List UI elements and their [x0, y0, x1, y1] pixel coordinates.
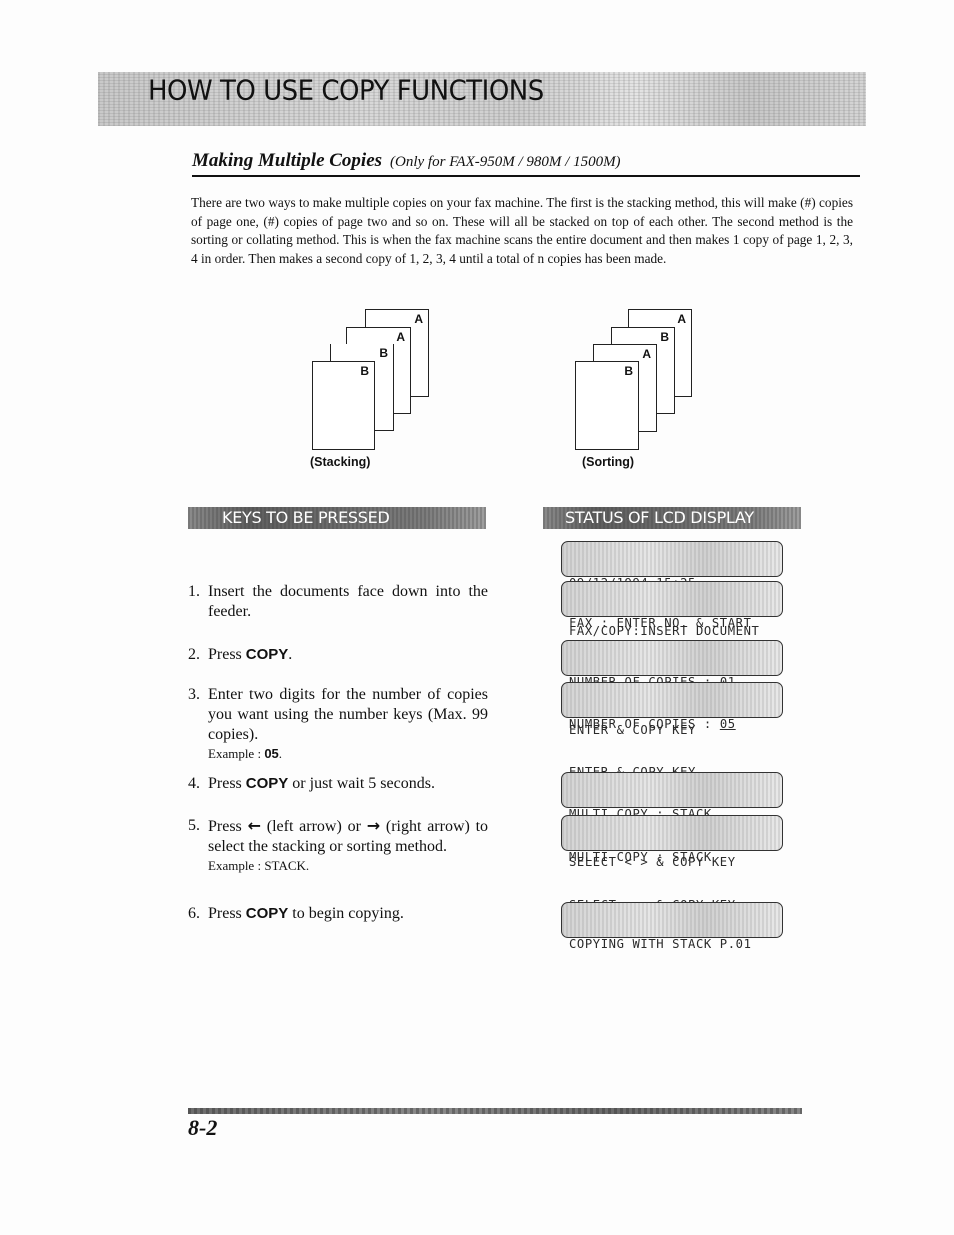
page-letter: B	[660, 330, 669, 344]
left-arrow-icon: ←	[247, 816, 261, 835]
page-letter: A	[642, 347, 651, 361]
lcd-line-1: COPYING WITH STACK P.01	[569, 937, 752, 951]
step-example: Example : STACK.	[208, 858, 310, 873]
step-1: 1. Insert the documents face down into t…	[188, 582, 488, 622]
step-number: 2.	[188, 646, 200, 663]
section-title: Making Multiple Copies	[192, 150, 383, 171]
chapter-title: HOW TO USE COPY FUNCTIONS	[148, 75, 544, 107]
lcd-heading: STATUS OF LCD DISPLAY	[565, 508, 754, 527]
sorting-page-4: B	[575, 361, 639, 450]
page-letter: A	[677, 312, 686, 326]
page-letter: B	[379, 346, 388, 360]
step-text-post: or just wait 5 seconds.	[288, 775, 435, 792]
step-text: Press COPY or just wait 5 seconds.	[208, 774, 488, 794]
lcd-heading-bar: STATUS OF LCD DISPLAY	[543, 507, 801, 529]
step-text: Press ← (left arrow) or → (right arrow) …	[208, 816, 488, 857]
step-text-mid: (left arrow) or	[266, 818, 361, 835]
section-subtitle: (Only for FAX-950M / 980M / 1500M)	[390, 154, 621, 170]
example-value: 05	[264, 746, 279, 761]
lcd-line-1-text: NUMBER OF COPIES :	[569, 717, 720, 731]
right-arrow-icon: →	[366, 816, 381, 835]
step-number: 6.	[188, 905, 200, 922]
step-text-pre: Press	[208, 905, 246, 922]
step-6: 6. Press COPY to begin copying.	[188, 904, 488, 924]
lcd-copies-value: 05	[719, 717, 736, 731]
copy-key-label: COPY	[245, 646, 289, 663]
keys-heading: KEYS TO BE PRESSED	[222, 508, 390, 527]
step-text: Enter two digits for the number of copie…	[208, 686, 488, 743]
lcd-display-2: FAX : ENTER NO. & START COPY: PRESS COPY…	[561, 581, 783, 678]
copy-key-label: COPY	[245, 775, 289, 792]
lcd-display-7: COPYING WITH STACK P.01	[561, 902, 783, 951]
page-number: 8-2	[188, 1115, 218, 1140]
step-text: Insert the documents face down into the …	[208, 583, 488, 620]
lcd-line-1: FAX : ENTER NO. & START	[569, 616, 752, 630]
step-number: 1.	[188, 583, 200, 600]
lcd-display-1: 09/12/1994 15:25 FAX/COPY:INSERT DOCUMEN…	[561, 541, 783, 638]
step-number: 4.	[188, 775, 200, 792]
lcd-line-1: MULTI COPY : STACK	[569, 850, 712, 864]
step-2: 2. Press COPY.	[188, 645, 488, 665]
step-number: 3.	[188, 686, 200, 703]
sorting-caption: (Sorting)	[582, 455, 635, 469]
intro-paragraph: There are two ways to make multiple copi…	[191, 195, 853, 266]
stacking-diagram: A A B B (Stacking)	[300, 300, 450, 475]
keys-heading-bar: KEYS TO BE PRESSED	[188, 507, 486, 529]
section-heading: Making Multiple Copies (Only for FAX-950…	[192, 150, 860, 177]
page-letter: B	[360, 364, 369, 378]
page-letter: A	[414, 312, 423, 326]
step-4: 4. Press COPY or just wait 5 seconds.	[188, 774, 488, 794]
step-text-pre: Press	[208, 775, 246, 792]
lcd-display-4: NUMBER OF COPIES : 05 ENTER & COPY KEY	[561, 682, 783, 779]
step-text-pre: Press	[208, 818, 242, 835]
step-text-post: .	[288, 646, 293, 663]
lcd-display-5: MULTI COPY : STACK SELECT < > & COPY KEY	[561, 772, 783, 869]
copy-key-label: COPY	[245, 905, 289, 922]
footer-rule	[188, 1108, 802, 1114]
step-text: Press COPY.	[208, 645, 488, 665]
step-text: Press COPY to begin copying.	[208, 904, 488, 924]
sorting-diagram: A B A B (Sorting)	[565, 300, 715, 475]
lcd-line-1: NUMBER OF COPIES : 05	[569, 716, 782, 732]
lcd-display-6: MULTI COPY : STACK SELECT < > & COPY KEY	[561, 815, 783, 912]
step-text-pre: Press	[208, 646, 246, 663]
page-letter: B	[624, 364, 633, 378]
stacking-page-4: B	[312, 361, 375, 450]
example-end: .	[278, 746, 283, 761]
example-label: Example :	[208, 746, 265, 761]
stacking-caption: (Stacking)	[310, 455, 371, 469]
step-5: 5. Press ← (left arrow) or → (right arro…	[188, 816, 488, 875]
step-text-post: to begin copying.	[288, 905, 404, 922]
page-letter: A	[396, 330, 405, 344]
step-example: Example : 05.	[208, 745, 488, 763]
step-3: 3. Enter two digits for the number of co…	[188, 685, 488, 763]
lcd-display-3: NUMBER OF COPIES : 01 ENTER & COPY KEY	[561, 640, 783, 737]
step-number: 5.	[188, 817, 200, 834]
